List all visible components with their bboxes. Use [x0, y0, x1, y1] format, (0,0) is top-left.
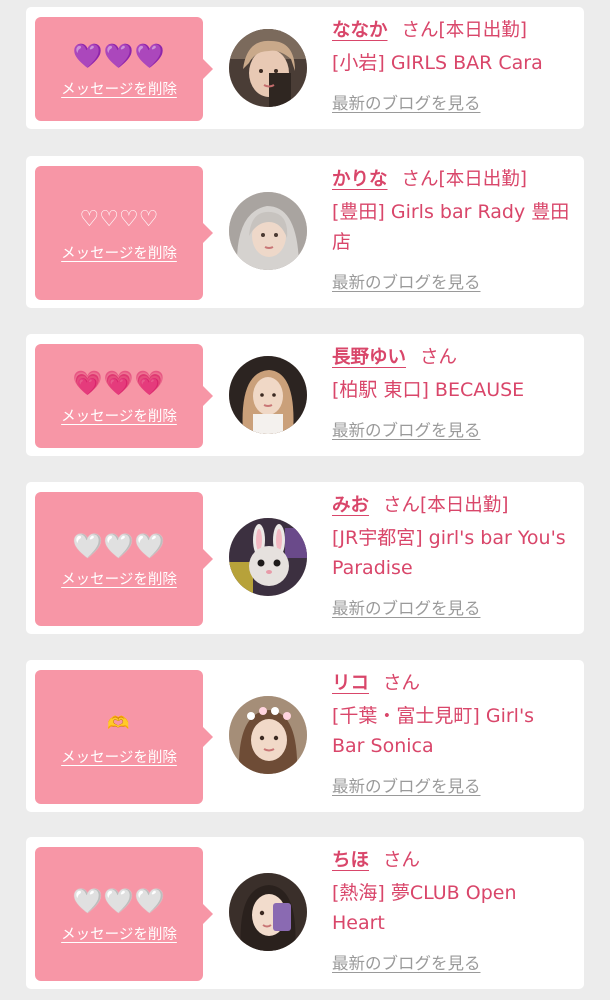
name-suffix: さん	[401, 169, 439, 190]
shop-name: [JR宇都宮] girl's bar You's Paradise	[332, 527, 566, 579]
purple-hearts-icon: 💜💜💜	[72, 41, 166, 70]
name-suffix: さん	[383, 673, 421, 694]
status-badge: [本日出勤]	[420, 495, 509, 516]
cast-info: かりな さん[本日出勤] [豊田] Girls bar Rady 豊田店 最新のブ…	[332, 166, 570, 293]
cast-name-link[interactable]: ちほ	[332, 850, 369, 871]
latest-blog-link[interactable]: 最新のブログを見る	[332, 599, 481, 618]
status-badge: [本日出勤]	[438, 20, 527, 41]
latest-blog-link[interactable]: 最新のブログを見る	[332, 273, 481, 292]
girl-photo-icon	[229, 873, 307, 951]
girl-photo-icon	[229, 29, 307, 107]
white-hearts-icon: 🤍🤍🤍	[72, 886, 166, 915]
cast-name-link[interactable]: リコ	[332, 673, 369, 694]
name-suffix: さん	[383, 495, 421, 516]
message-list: 💜💜💜 メッセージを削除 ななか さん[本日出勤] [小岩] GIRLS BAR …	[0, 0, 610, 1000]
avatar[interactable]	[229, 696, 307, 774]
shop-name: [千葉・富士見町] Girl's Bar Sonica	[332, 705, 535, 757]
cast-name-link[interactable]: みお	[332, 495, 369, 516]
cast-info: リコ さん [千葉・富士見町] Girl's Bar Sonica 最新のブログを…	[332, 670, 570, 797]
cast-info: 長野ゆい さん [柏駅 東口] BECAUSE 最新のブログを見る	[332, 344, 570, 441]
cast-info: ななか さん[本日出勤] [小岩] GIRLS BAR Cara 最新のブログを見…	[332, 17, 570, 114]
delete-message-button[interactable]: メッセージを削除	[61, 923, 177, 944]
status-badge: [本日出勤]	[438, 169, 527, 190]
avatar[interactable]	[229, 192, 307, 270]
message-card: 🫶 メッセージを削除 リコ さん [千葉・富士見町] Girl's Bar Son…	[26, 660, 584, 812]
delete-message-button[interactable]: メッセージを削除	[61, 242, 177, 263]
shop-name: [熱海] 夢CLUB Open Heart	[332, 882, 517, 934]
shop-name: [豊田] Girls bar Rady 豊田店	[332, 201, 570, 253]
message-bubble: 🤍🤍🤍 メッセージを削除	[35, 492, 213, 626]
delete-message-button[interactable]: メッセージを削除	[61, 568, 177, 589]
name-suffix: さん	[420, 347, 458, 368]
cast-name-link[interactable]: 長野ゆい	[332, 347, 406, 368]
message-bubble: 💜💜💜 メッセージを削除	[35, 17, 213, 121]
message-card: 🤍🤍🤍 メッセージを削除 ちほ さん [熱海] 夢CLUB Open Heart …	[26, 837, 584, 989]
latest-blog-link[interactable]: 最新のブログを見る	[332, 421, 481, 440]
girl-photo-icon	[229, 192, 307, 270]
delete-message-button[interactable]: メッセージを削除	[61, 746, 177, 767]
outline-hearts-icon: ♡♡♡♡	[79, 206, 159, 232]
delete-message-button[interactable]: メッセージを削除	[61, 78, 177, 99]
message-bubble: 💗💗💗 メッセージを削除	[35, 344, 213, 448]
avatar[interactable]	[229, 873, 307, 951]
message-card: ♡♡♡♡ メッセージを削除 かりな さん[本日出勤] [豊田] Girls bar…	[26, 156, 584, 308]
latest-blog-link[interactable]: 最新のブログを見る	[332, 94, 481, 113]
cast-name-link[interactable]: かりな	[332, 169, 388, 190]
avatar[interactable]	[229, 29, 307, 107]
latest-blog-link[interactable]: 最新のブログを見る	[332, 954, 481, 973]
message-card: 💗💗💗 メッセージを削除 長野ゆい さん [柏駅 東口] BECAUSE 最新のブ…	[26, 334, 584, 456]
shop-name: [小岩] GIRLS BAR Cara	[332, 52, 543, 74]
latest-blog-link[interactable]: 最新のブログを見る	[332, 777, 481, 796]
cast-info: ちほ さん [熱海] 夢CLUB Open Heart 最新のブログを見る	[332, 847, 570, 974]
cast-info: みお さん[本日出勤] [JR宇都宮] girl's bar You's Para…	[332, 492, 570, 619]
name-suffix: さん	[401, 20, 439, 41]
message-card: 💜💜💜 メッセージを削除 ななか さん[本日出勤] [小岩] GIRLS BAR …	[26, 7, 584, 129]
avatar[interactable]	[229, 356, 307, 434]
pink-hearts-icon: 💗💗💗	[72, 368, 166, 397]
white-hearts-icon: 🤍🤍🤍	[72, 531, 166, 560]
shop-name: [柏駅 東口] BECAUSE	[332, 379, 525, 401]
delete-message-button[interactable]: メッセージを削除	[61, 405, 177, 426]
message-bubble: 🤍🤍🤍 メッセージを削除	[35, 847, 213, 981]
cast-name-link[interactable]: ななか	[332, 20, 388, 41]
girl-photo-icon	[229, 696, 307, 774]
heart-hands-icon: 🫶	[107, 712, 131, 734]
avatar[interactable]	[229, 518, 307, 596]
girl-photo-icon	[229, 356, 307, 434]
message-bubble: ♡♡♡♡ メッセージを削除	[35, 166, 213, 300]
message-card: 🤍🤍🤍 メッセージを削除 みおさん[本日出勤] [JR宇都宮] girl's	[26, 482, 584, 634]
bunny-face-photo-icon	[229, 518, 307, 596]
message-bubble: 🫶 メッセージを削除	[35, 670, 213, 804]
name-suffix: さん	[383, 850, 421, 871]
